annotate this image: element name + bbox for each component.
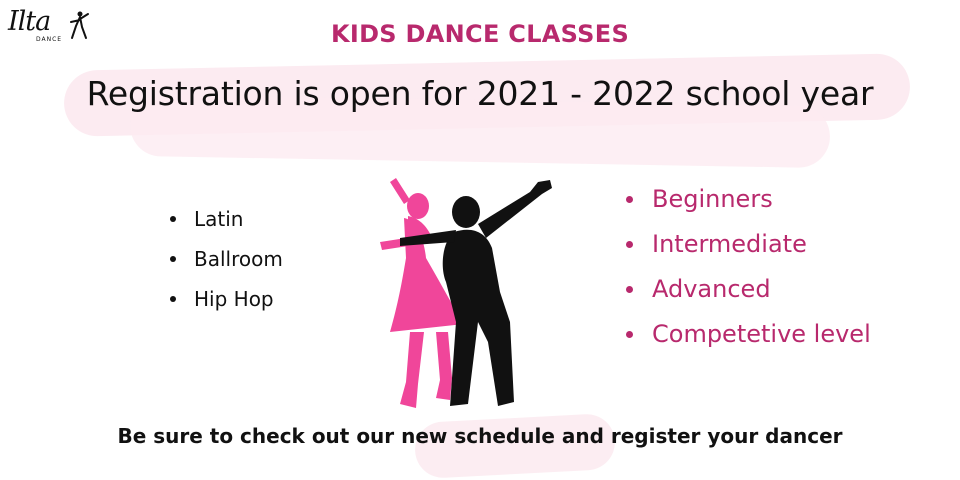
dance-styles-list: Latin Ballroom Hip Hop xyxy=(168,200,283,320)
section-kicker: KIDS DANCE CLASSES xyxy=(330,20,630,48)
page-headline: Registration is open for 2021 - 2022 sch… xyxy=(86,74,874,113)
footer-call-to-action: Be sure to check out our new schedule an… xyxy=(117,424,843,448)
dancing-couple-illustration xyxy=(380,178,552,408)
list-item: Advanced xyxy=(624,268,871,313)
list-item: Competetive level xyxy=(624,313,871,358)
list-item: Ballroom xyxy=(168,240,283,280)
list-item: Hip Hop xyxy=(168,280,283,320)
list-item: Intermediate xyxy=(624,223,871,268)
list-item: Latin xyxy=(168,200,283,240)
list-item: Beginners xyxy=(624,178,871,223)
skill-levels-list: Beginners Intermediate Advanced Competet… xyxy=(624,178,871,358)
